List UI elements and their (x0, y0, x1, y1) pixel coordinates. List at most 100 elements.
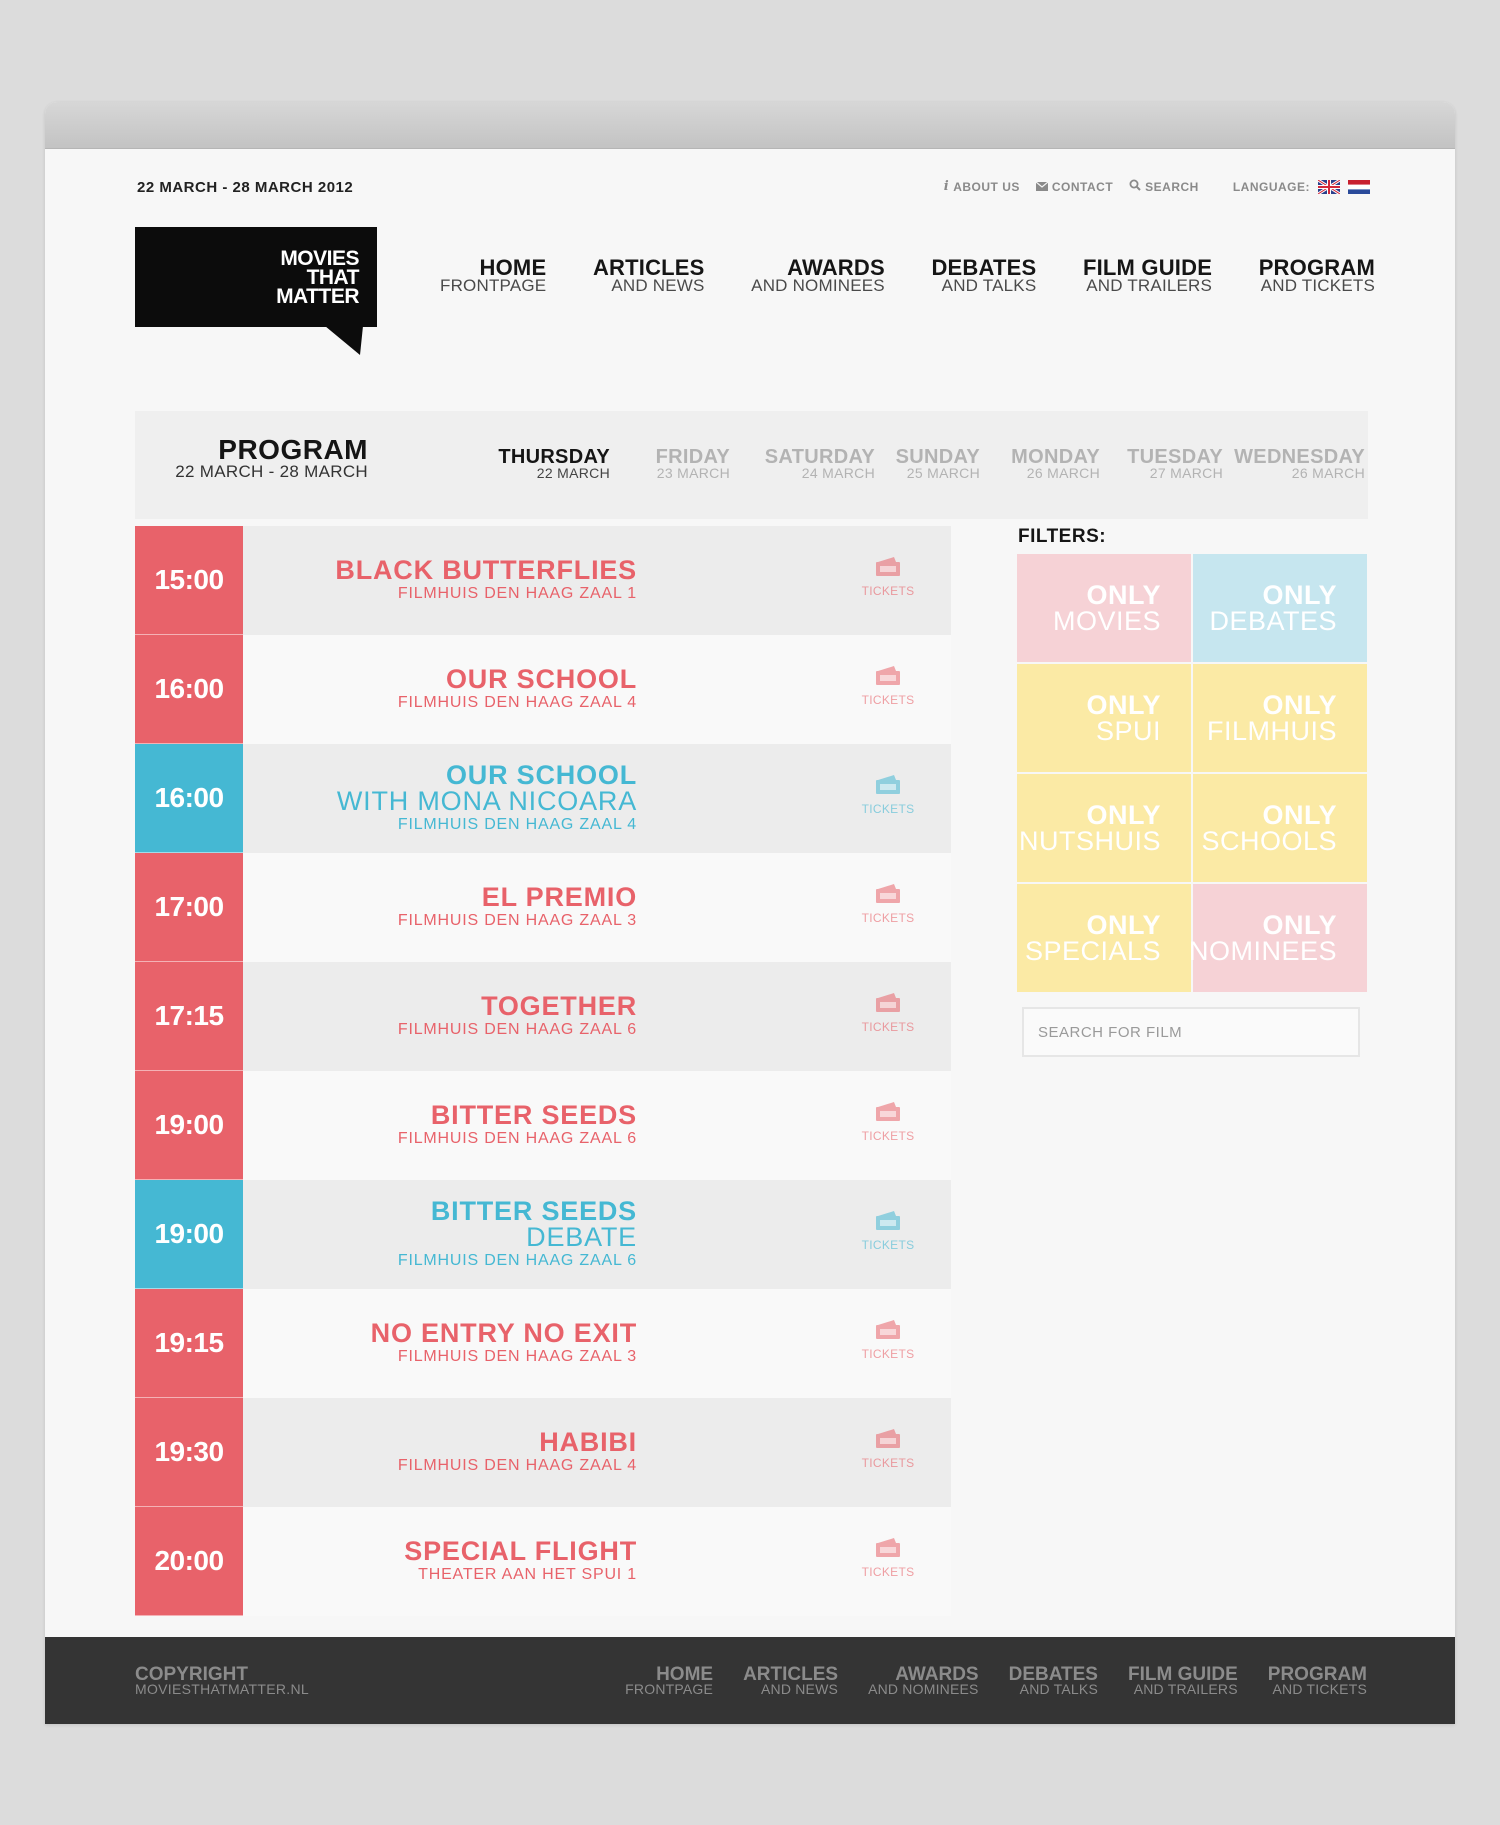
filter-only-debates[interactable]: ONLY DEBATES (1193, 554, 1367, 662)
nav-debates[interactable]: DEBATES AND TALKS (931, 255, 1037, 295)
filter-only-nominees[interactable]: ONLY NOMINEES (1189, 884, 1367, 992)
filter-name: SPUI (1095, 716, 1161, 746)
schedule-row[interactable]: 15:00 BLACK BUTTERFLIES FILMHUIS DEN HAAG … (135, 526, 951, 635)
day-date: 27 MARCH (1149, 465, 1223, 481)
tickets-label: TICKETS (861, 1238, 915, 1252)
day-tab-thursday[interactable]: THURSDAY 22 MARCH (432, 447, 610, 481)
filter-name: MOVIES (1052, 606, 1161, 636)
uk-flag-icon[interactable] (1318, 179, 1340, 194)
footer-nav-title: ARTICLES (743, 1664, 839, 1685)
tickets-button[interactable]: TICKETS (858, 992, 918, 1034)
event-info: SPECIAL FLIGHT THEATER AAN HET SPUI 1 (404, 1507, 637, 1615)
schedule-row[interactable]: 20:00 SPECIAL FLIGHT THEATER AAN HET SPUI … (135, 1507, 951, 1616)
tickets-button[interactable]: TICKETS (858, 774, 918, 816)
ticket-icon (858, 1210, 918, 1232)
nav-title: DEBATES (931, 255, 1037, 280)
tickets-label: TICKETS (861, 911, 915, 925)
filter-only-label: ONLY (1262, 690, 1337, 720)
event-info: OUR SCHOOL FILMHUIS DEN HAAG ZAAL 4 (398, 635, 637, 743)
time-slot: 17:00 (135, 853, 243, 962)
footer-nav-title: DEBATES (1008, 1664, 1098, 1685)
ticket-icon (858, 883, 918, 905)
event-title: NO ENTRY NO EXIT (370, 1318, 637, 1348)
day-tab-saturday[interactable]: SATURDAY 24 MARCH (730, 447, 875, 480)
browser-chrome (45, 102, 1455, 149)
footer-nav-debates[interactable]: DEBATES AND TALKS (1008, 1664, 1098, 1697)
search-link[interactable]: SEARCH (1129, 179, 1199, 194)
day-date: 26 MARCH (1026, 465, 1100, 481)
filter-only-label: ONLY (1262, 580, 1337, 610)
tickets-button[interactable]: TICKETS (858, 556, 918, 598)
tickets-button[interactable]: TICKETS (858, 1537, 918, 1579)
footer-nav-subtitle: FRONTPAGE (625, 1681, 714, 1697)
footer-nav-title: HOME (656, 1664, 714, 1685)
tickets-button[interactable]: TICKETS (858, 1428, 918, 1470)
schedule-row[interactable]: 19:15 NO ENTRY NO EXIT FILMHUIS DEN HAAG Z… (135, 1289, 951, 1398)
tickets-button[interactable]: TICKETS (858, 1210, 918, 1252)
time-slot: 19:00 (135, 1071, 243, 1180)
event-venue: FILMHUIS DEN HAAG ZAAL 6 (397, 1130, 637, 1147)
filter-only-filmhuis[interactable]: ONLY FILMHUIS (1193, 664, 1367, 772)
filter-only-label: ONLY (1086, 580, 1161, 610)
tickets-button[interactable]: TICKETS (858, 883, 918, 925)
tickets-button[interactable]: TICKETS (858, 665, 918, 707)
tickets-button[interactable]: TICKETS (858, 1101, 918, 1143)
schedule-row[interactable]: 17:15 TOGETHER FILMHUIS DEN HAAG ZAAL 6 TIC… (135, 962, 951, 1071)
schedule-row[interactable]: 19:00 BITTER SEEDS FILMHUIS DEN HAAG ZAAL … (135, 1071, 951, 1180)
contact-link[interactable]: CONTACT (1035, 180, 1113, 194)
day-tab-tuesday[interactable]: TUESDAY 27 MARCH (1100, 447, 1223, 481)
time-slot: 15:00 (135, 526, 243, 635)
nav-awards[interactable]: AWARDS AND NOMINEES (751, 257, 885, 295)
schedule-row[interactable]: 16:00 OUR SCHOOL FILMHUIS DEN HAAG ZAAL 4 T… (135, 635, 951, 744)
schedule-row[interactable]: 19:30 HABIBI FILMHUIS DEN HAAG ZAAL 4 TICKE… (135, 1398, 951, 1507)
day-tab-sunday[interactable]: SUNDAY 25 MARCH (875, 447, 980, 480)
nav-home[interactable]: HOME FRONTPAGE (440, 257, 547, 295)
footer-nav-title: FILM GUIDE (1127, 1664, 1238, 1685)
footer-nav-articles[interactable]: ARTICLES AND NEWS (743, 1664, 839, 1696)
footer-nav-film-guide[interactable]: FILM GUIDE AND TRAILERS (1127, 1664, 1238, 1696)
ticket-icon (858, 1319, 918, 1341)
footer-nav-home[interactable]: HOME FRONTPAGE (625, 1664, 714, 1697)
schedule-row[interactable]: 16:00 OUR SCHOOL WITH MONA NICOARA FILMHUIS… (135, 744, 951, 853)
nav-program[interactable]: PROGRAM AND TICKETS (1259, 257, 1375, 295)
filter-only-movies[interactable]: ONLY MOVIES (1017, 554, 1191, 662)
nav-subtitle: FRONTPAGE (440, 276, 547, 295)
filter-only-schools[interactable]: ONLY SCHOOLS (1193, 774, 1367, 882)
event-venue: THEATER AAN HET SPUI 1 (418, 1566, 637, 1583)
nav-subtitle: AND TICKETS (1260, 276, 1375, 295)
event-venue: FILMHUIS DEN HAAG ZAAL 3 (397, 912, 637, 929)
nav-articles[interactable]: ARTICLES AND NEWS (593, 257, 705, 295)
filter-name: DEBATES (1209, 606, 1337, 636)
copyright: COPYRIGHT MOVIESTHATMATTER.NL (135, 1665, 309, 1696)
filter-only-specials[interactable]: ONLY SPECIALS (1017, 884, 1191, 992)
day-tab-friday[interactable]: FRIDAY 23 MARCH (610, 447, 730, 480)
event-title: BITTER SEEDS (430, 1100, 637, 1130)
time-slot: 17:15 (135, 962, 243, 1071)
event-venue: FILMHUIS DEN HAAG ZAAL 6 (397, 1252, 637, 1269)
dutch-flag-icon[interactable] (1348, 179, 1370, 194)
about-us-link[interactable]: i ABOUT US (944, 179, 1020, 194)
event-info: OUR SCHOOL WITH MONA NICOARA FILMHUIS DEN … (337, 744, 637, 852)
filter-name: SPECIALS (1024, 936, 1161, 966)
program-title: PROGRAM (218, 434, 368, 465)
day-tab-monday[interactable]: MONDAY 26 MARCH (980, 447, 1100, 481)
filter-only-spui[interactable]: ONLY SPUI (1017, 664, 1191, 772)
footer-nav-title: AWARDS (895, 1664, 979, 1685)
schedule-row[interactable]: 17:00 EL PREMIO FILMHUIS DEN HAAG ZAAL 3 TI… (135, 853, 951, 962)
search-film-input[interactable] (1022, 1007, 1360, 1057)
info-icon: i (943, 179, 950, 194)
footer-nav-program[interactable]: PROGRAM AND TICKETS (1268, 1665, 1367, 1696)
nav-film-guide[interactable]: FILM GUIDE AND TRAILERS (1083, 257, 1212, 295)
filter-only-nutshuis[interactable]: ONLY NUTSHUIS (1017, 774, 1191, 882)
event-title: HABIBI (539, 1427, 637, 1457)
schedule-row[interactable]: 19:00 BITTER SEEDS DEBATE FILMHUIS DEN HAAG… (135, 1180, 951, 1289)
movies-that-matter-logo[interactable]: MOVIES THAT MATTER (135, 227, 377, 355)
ticket-icon (858, 665, 918, 687)
tickets-button[interactable]: TICKETS (858, 1319, 918, 1361)
tickets-label: TICKETS (861, 1565, 915, 1579)
day-date: 22 MARCH (536, 465, 610, 481)
day-tab-wednesday[interactable]: WEDNESDAY 26 MARCH (1223, 447, 1365, 480)
footer-nav-subtitle: AND TALKS (1019, 1681, 1098, 1697)
ticket-icon (858, 1428, 918, 1450)
footer-nav-awards[interactable]: AWARDS AND NOMINEES (868, 1664, 979, 1696)
